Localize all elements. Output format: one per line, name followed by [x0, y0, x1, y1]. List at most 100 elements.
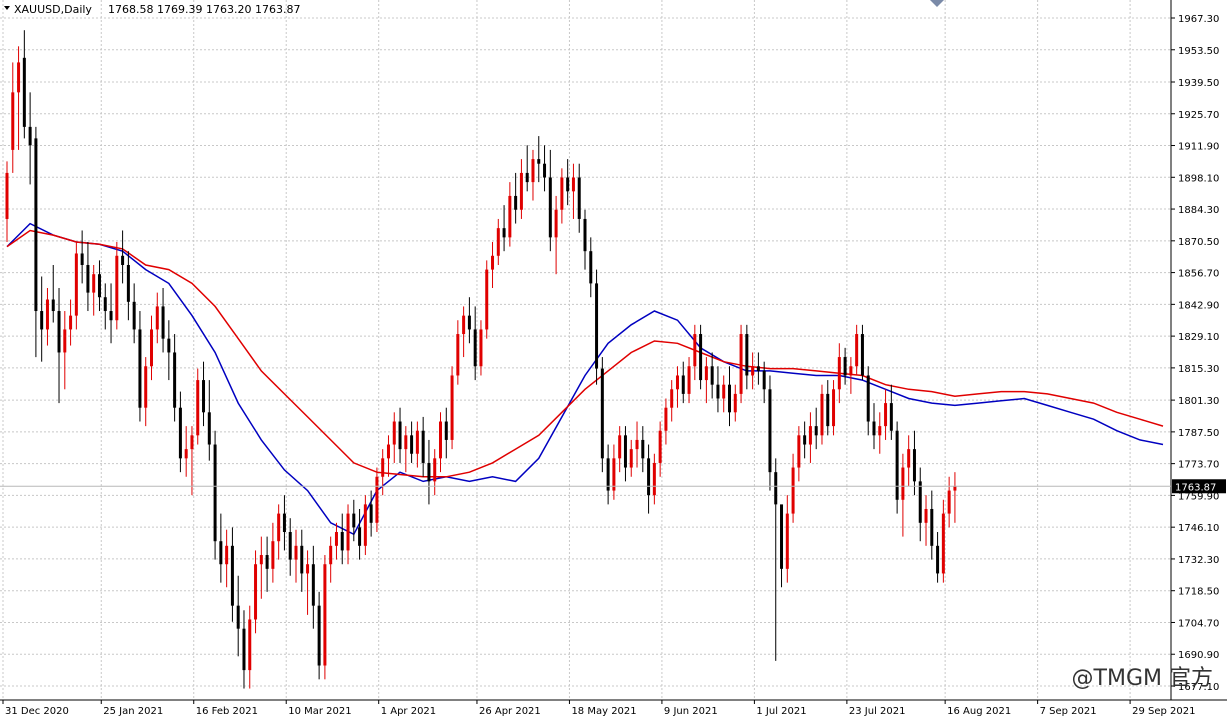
- candle-body: [259, 555, 263, 565]
- candle-body: [450, 375, 454, 440]
- candle-body: [907, 449, 911, 468]
- candle-body: [11, 92, 15, 150]
- candle-body: [525, 172, 529, 183]
- candle-body: [664, 407, 668, 431]
- candle-bearish: [600, 357, 604, 473]
- candle-body: [427, 462, 431, 482]
- candle-body: [514, 195, 518, 210]
- candle-body: [184, 449, 188, 459]
- price-tick-label: 1801.30: [1178, 396, 1219, 407]
- price-tick-label: 1746.10: [1178, 523, 1219, 534]
- candle-bullish: [450, 366, 454, 450]
- candle-body: [872, 421, 876, 436]
- time-tick-label: 16 Feb 2021: [196, 706, 258, 717]
- candle-body: [722, 384, 726, 399]
- candle-body: [386, 444, 390, 459]
- price-tick-label: 1953.50: [1178, 46, 1219, 57]
- candle-bearish: [595, 269, 599, 385]
- candle-body: [86, 264, 90, 293]
- candle-body: [912, 449, 916, 482]
- candle-body: [878, 426, 882, 436]
- time-tick-label: 10 Mar 2021: [288, 706, 351, 717]
- price-tick-label: 1911.90: [1178, 142, 1219, 153]
- candle-body: [785, 513, 789, 569]
- price-tick-label: 1884.30: [1178, 205, 1219, 216]
- chart-window: 1967.30 1953.50 1939.50 1925.70 1911.90 1898.…: [0, 0, 1227, 720]
- candle-body: [109, 311, 113, 321]
- candle-body: [485, 269, 489, 330]
- candle-body: [248, 619, 252, 671]
- candle-body: [329, 545, 333, 565]
- candle-body: [641, 439, 645, 459]
- candle-body: [571, 177, 575, 192]
- candle-body: [219, 541, 223, 565]
- candle-body: [236, 605, 240, 629]
- candle-body: [502, 228, 506, 238]
- price-tick-label: 1967.30: [1178, 14, 1219, 25]
- candle-body: [306, 564, 310, 574]
- candle-body: [595, 283, 599, 369]
- candle-body: [138, 329, 142, 408]
- candle-body: [537, 159, 541, 164]
- candle-body: [889, 403, 893, 431]
- price-tick-label: 1773.70: [1178, 460, 1219, 471]
- candle-body: [161, 306, 165, 339]
- candle-body: [173, 352, 177, 408]
- candle-body: [334, 532, 338, 546]
- candle-body: [612, 458, 616, 491]
- candle-body: [826, 393, 830, 427]
- candle-body: [22, 57, 26, 127]
- price-tick-label: 1898.10: [1178, 173, 1219, 184]
- candle-body: [693, 334, 697, 367]
- candle-body: [311, 564, 315, 606]
- candle-body: [866, 375, 870, 422]
- candle-body: [150, 329, 153, 367]
- candle-bullish: [739, 324, 743, 404]
- candle-body: [358, 527, 362, 546]
- candle-body: [820, 393, 824, 436]
- candle-body: [560, 177, 564, 210]
- candle-body: [768, 389, 772, 473]
- candle-body: [901, 467, 905, 500]
- price-tick-label: 1925.70: [1178, 110, 1219, 121]
- candle-body: [254, 564, 258, 620]
- candle-bullish: [485, 260, 489, 339]
- candle-body: [410, 435, 414, 454]
- candle-body: [583, 218, 587, 252]
- candle-body: [346, 513, 350, 551]
- candle-body: [415, 430, 419, 454]
- candle-body: [17, 62, 21, 93]
- time-tick-label: 1 Apr 2021: [381, 706, 436, 717]
- candle-body: [92, 274, 96, 293]
- candle-body: [242, 628, 246, 671]
- candle-body: [57, 311, 61, 353]
- candle-body: [103, 297, 107, 312]
- candle-body: [832, 389, 836, 427]
- candle-body: [202, 380, 206, 413]
- candle-body: [670, 389, 674, 408]
- candle-body: [323, 564, 327, 666]
- candle-body: [675, 375, 679, 390]
- candle-body: [780, 504, 784, 569]
- candle-body: [271, 541, 275, 569]
- candle-body: [623, 435, 627, 468]
- candle-body: [918, 481, 922, 523]
- candle-body: [843, 357, 847, 376]
- candle-body: [519, 172, 523, 210]
- price-tick-label: 1718.50: [1178, 587, 1219, 598]
- candle-bullish: [375, 467, 379, 533]
- candle-body: [196, 380, 200, 436]
- candle-body: [849, 366, 853, 376]
- candle-body: [340, 532, 344, 551]
- price-chart[interactable]: 1967.30 1953.50 1939.50 1925.70 1911.90 1898.…: [0, 0, 1227, 720]
- candle-body: [548, 177, 552, 238]
- candle-body: [479, 329, 483, 367]
- candle-body: [716, 384, 720, 399]
- candle-body: [34, 138, 38, 312]
- ohlc-values: 1768.58 1769.39 1763.20 1763.87: [108, 3, 300, 16]
- candle-body: [774, 472, 778, 505]
- candle-body: [398, 421, 402, 450]
- candle-body: [369, 504, 373, 523]
- candle-body: [496, 228, 500, 256]
- candle-body: [635, 439, 639, 450]
